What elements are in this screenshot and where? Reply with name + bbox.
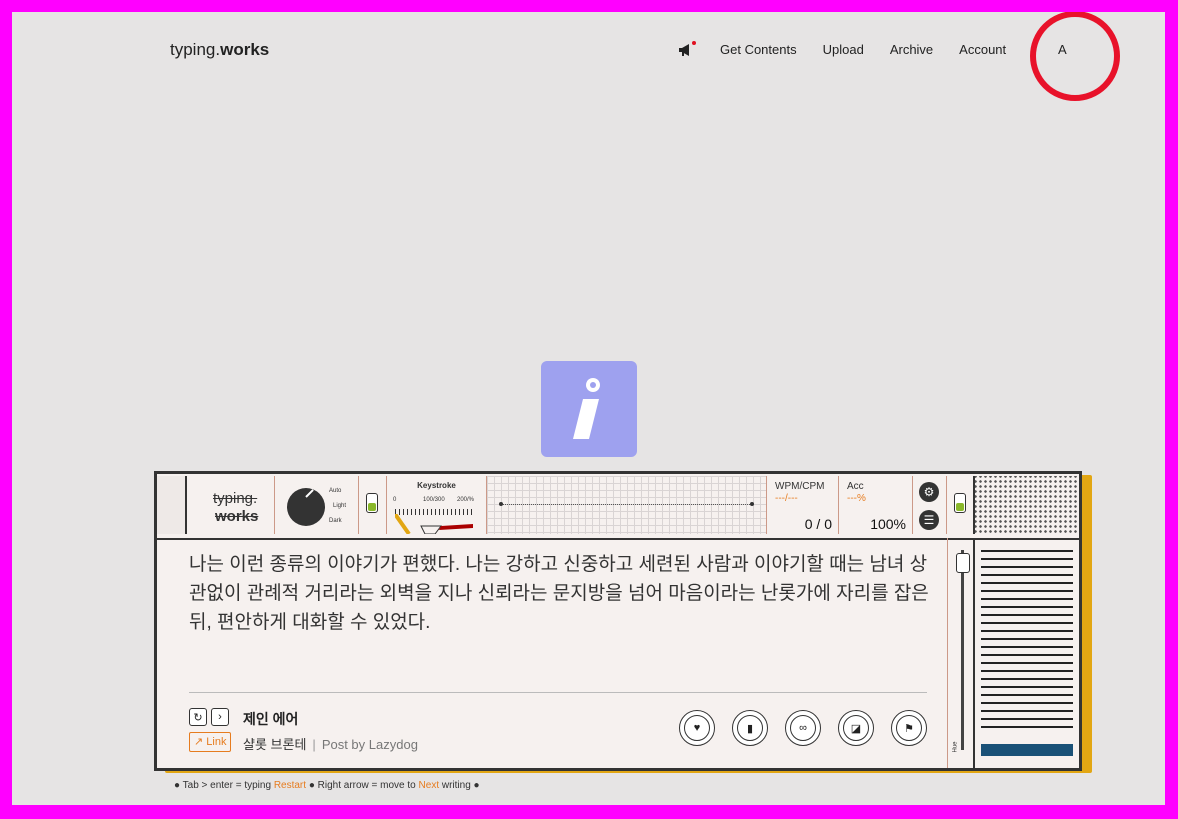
nav-upload[interactable]: Upload <box>823 42 864 57</box>
posted-by: Post by Lazydog <box>321 737 418 752</box>
hint-restart: Restart <box>273 780 307 791</box>
site-logo[interactable]: typing.works <box>170 40 269 60</box>
switch-panel-2 <box>947 476 975 534</box>
theme-auto[interactable]: Auto <box>329 488 341 494</box>
toggle-switch-2[interactable] <box>954 493 966 513</box>
flag-icon: ⚑ <box>896 715 922 741</box>
panel-logo: typing. works <box>187 476 275 534</box>
keystroke-scale-mid: 100/300 <box>423 497 445 503</box>
panel-blank <box>157 476 187 534</box>
keyboard-hint: ● Tab > enter = typing Restart ● Right a… <box>174 780 480 791</box>
theme-dark[interactable]: Dark <box>329 518 342 524</box>
theme-knob[interactable] <box>287 488 325 526</box>
keystroke-needle-icon <box>395 514 473 534</box>
link-share-button[interactable]: ∞ <box>785 710 821 746</box>
flag-button[interactable]: ⚑ <box>891 710 927 746</box>
work-title: 제인 에어 <box>243 711 299 727</box>
eraser-button[interactable]: ◪ <box>838 710 874 746</box>
progress-lines-panel <box>975 538 1079 768</box>
action-buttons: ♥ ▮ ∞ ◪ ⚑ <box>679 710 944 746</box>
list-icon[interactable]: ☰ <box>919 510 939 530</box>
chain-link-icon: ∞ <box>790 715 816 741</box>
heart-icon: ♥ <box>684 715 710 741</box>
nav-archive[interactable]: Archive <box>890 42 933 57</box>
bookmark-icon: ▮ <box>737 715 763 741</box>
keystroke-scale-0: 0 <box>393 497 397 503</box>
theme-light[interactable]: Light <box>333 503 346 509</box>
logo-light: typing. <box>170 40 221 59</box>
progress-bar <box>981 744 1073 756</box>
toggle-switch-1[interactable] <box>366 493 378 513</box>
top-nav: Get Contents Upload Archive Account <box>678 40 1032 57</box>
hue-label: Hue <box>952 741 959 753</box>
next-icon[interactable]: › <box>211 708 229 726</box>
acc-value: 100% <box>870 516 906 532</box>
wpm-label: WPM/CPM <box>775 481 825 492</box>
acc-label: Acc <box>847 481 864 492</box>
wpm-dash: ---/--- <box>775 493 798 504</box>
restart-icon[interactable]: ↻ <box>189 708 207 726</box>
typing-machine: typing. works Auto Light Dark Keystroke … <box>154 471 1082 771</box>
page: typing.works Get Contents Upload Archive… <box>12 12 1165 805</box>
gear-icon[interactable]: ⚙ <box>919 482 939 502</box>
hint-next: Next <box>418 780 440 791</box>
wpm-panel: WPM/CPM ---/--- 0 / 0 <box>767 476 839 534</box>
hue-slider-track[interactable] <box>961 550 964 750</box>
wpm-value: 0 / 0 <box>804 516 832 532</box>
link-label: Link <box>206 736 227 748</box>
progress-lines <box>981 550 1073 730</box>
heart-button[interactable]: ♥ <box>679 710 715 746</box>
logo-bold: works <box>220 40 270 59</box>
typing-text[interactable]: 나는 이런 종류의 이야기가 편했다. 나는 강하고 신중하고 세련된 사람과 … <box>189 550 929 637</box>
megaphone-icon[interactable] <box>678 40 696 57</box>
acc-panel: Acc ---% 100% <box>839 476 913 534</box>
author-name: 샬롯 브론테 <box>243 737 307 752</box>
link-button[interactable]: ↗ Link <box>189 732 232 752</box>
speaker-grille <box>975 476 1079 534</box>
keystroke-panel: Keystroke 0 100/300 200/% <box>387 476 487 534</box>
hue-slider-panel: Hue <box>947 538 975 768</box>
switch-panel-1 <box>359 476 387 534</box>
machine-top-panel: typing. works Auto Light Dark Keystroke … <box>157 474 1079 540</box>
hint-part3: writing ● <box>439 780 480 791</box>
theme-knob-panel: Auto Light Dark <box>275 476 359 534</box>
hint-part2: ● Right arrow = move to <box>306 780 419 791</box>
nav-controls: ↻ › <box>189 708 233 726</box>
nav-get-contents[interactable]: Get Contents <box>720 42 797 57</box>
eraser-icon: ◪ <box>843 715 869 741</box>
settings-panel: ⚙ ☰ <box>913 476 947 534</box>
nav-account[interactable]: Account <box>959 42 1006 57</box>
keystroke-graph <box>487 476 767 534</box>
bookmark-button[interactable]: ▮ <box>732 710 768 746</box>
acc-dash: ---% <box>847 493 866 504</box>
hue-slider-thumb[interactable] <box>956 553 970 573</box>
keystroke-scale-max: 200/% <box>457 497 475 503</box>
panel-logo-line2: works <box>215 508 259 525</box>
info-icon[interactable] <box>541 361 637 457</box>
divider <box>189 692 927 693</box>
hint-part1: ● Tab > enter = typing <box>174 780 274 791</box>
highlight-circle <box>1030 12 1120 101</box>
keystroke-title: Keystroke <box>417 481 456 490</box>
panel-logo-line1: typing. <box>213 490 258 507</box>
author-line: 샬롯 브론테 | Post by Lazydog <box>243 737 418 752</box>
